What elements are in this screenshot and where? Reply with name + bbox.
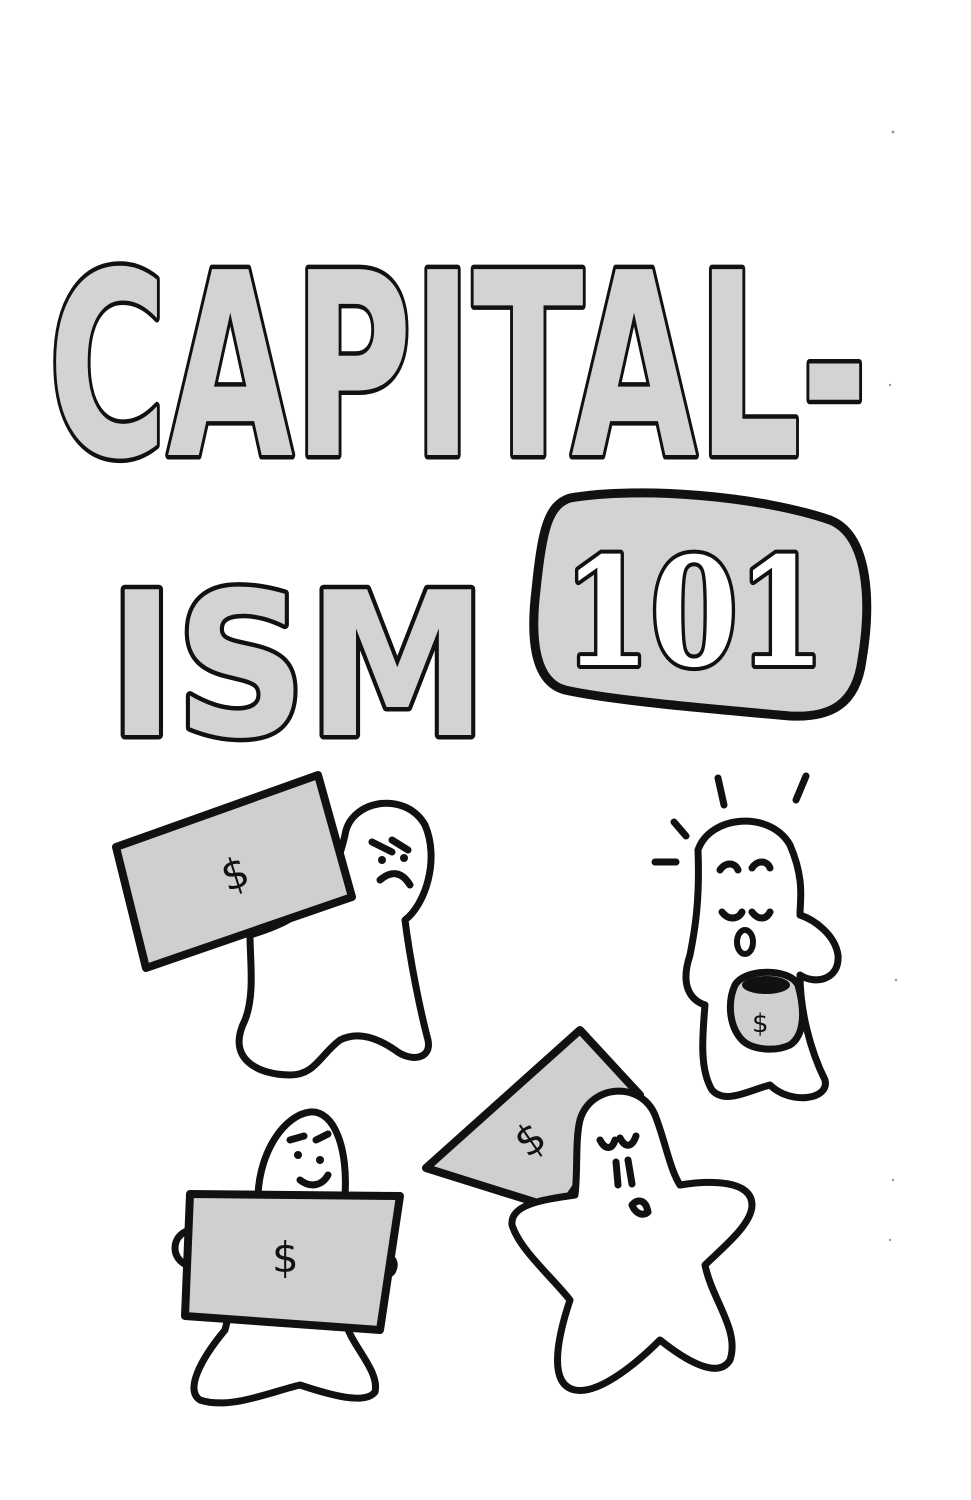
title-line2: ISM	[108, 550, 488, 783]
bag-dollar: $	[752, 1009, 769, 1039]
bill-front-dollar: $	[272, 1233, 299, 1282]
badge-label: 101	[563, 525, 825, 701]
ghost-holding-bill-front: $	[171, 1108, 404, 1407]
ghost-holding-bill-left: $	[112, 771, 435, 1079]
star-ghost-with-bill: $	[422, 1026, 756, 1394]
badge-101: 101	[529, 488, 872, 721]
margin-specks	[888, 130, 898, 1242]
ghost-with-money-bag: $	[651, 772, 842, 1102]
title-line1: CAPITAL-	[48, 219, 868, 516]
cover-illustration: CAPITAL- ISM 101 $ $ $ $	[44, 130, 898, 1407]
